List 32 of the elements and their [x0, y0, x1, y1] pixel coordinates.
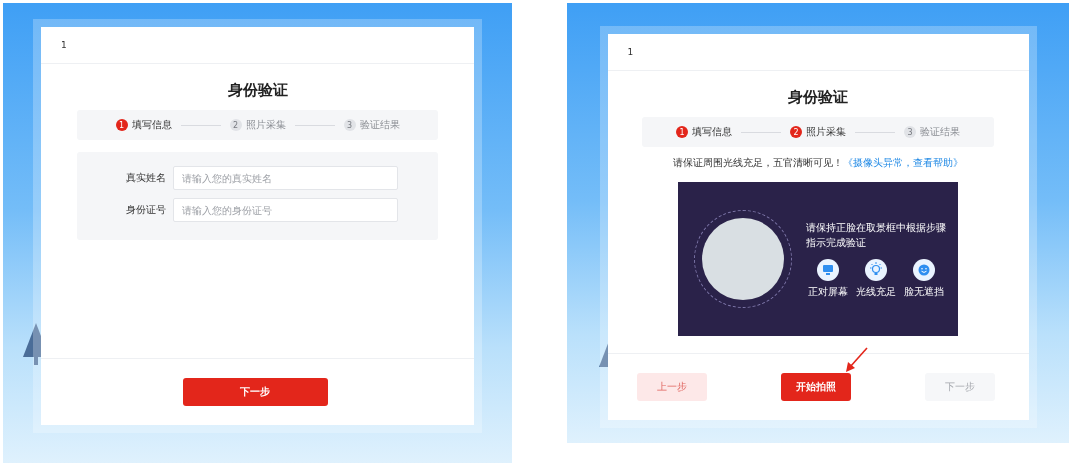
- notice-text: 请保证周围光线充足，五官清晰可见！《摄像头异常，查看帮助》: [673, 156, 963, 170]
- step-number: 3: [904, 126, 916, 138]
- step-number: 1: [676, 126, 688, 138]
- lightbulb-icon: [865, 258, 887, 281]
- tip-label: 光线充足: [856, 284, 896, 299]
- dialog-title: 身份验证: [227, 81, 288, 100]
- input-field[interactable]: 请输入您的真实姓名: [172, 166, 398, 190]
- smiley-icon: [913, 258, 935, 281]
- help-link[interactable]: 《摄像头异常，查看帮助》: [843, 157, 963, 168]
- step-button[interactable]: 上一步: [636, 373, 707, 401]
- dialog-title: 身份验证: [788, 88, 848, 107]
- header-text: 1: [607, 34, 1029, 71]
- step-label: 验证结果: [920, 125, 960, 139]
- step-number: 1: [115, 119, 128, 131]
- tip-label: 正对屏幕: [808, 284, 848, 299]
- field-label: 身份证号: [124, 203, 166, 217]
- header-text: 1: [41, 27, 474, 64]
- step-label: 照片采集: [806, 125, 846, 139]
- input-field[interactable]: 请输入您的身份证号: [172, 198, 398, 222]
- monitor-icon: [817, 258, 839, 281]
- step-number: 3: [343, 119, 356, 131]
- step-number: 2: [790, 126, 802, 138]
- step-button[interactable]: 下一步: [182, 378, 328, 406]
- step-label: 填写信息: [131, 118, 172, 132]
- step-label: 验证结果: [359, 118, 400, 132]
- step-label: 照片采集: [245, 118, 286, 132]
- tip-label: 脸无遮挡: [904, 284, 944, 299]
- step-label: 填写信息: [692, 125, 732, 139]
- step-button[interactable]: 开始拍照: [780, 373, 851, 401]
- guide-text: 请保持正脸在取景框中根据步骤指示完成验证: [806, 220, 947, 250]
- step-number: 2: [229, 119, 242, 131]
- field-label: 真实姓名: [124, 171, 166, 185]
